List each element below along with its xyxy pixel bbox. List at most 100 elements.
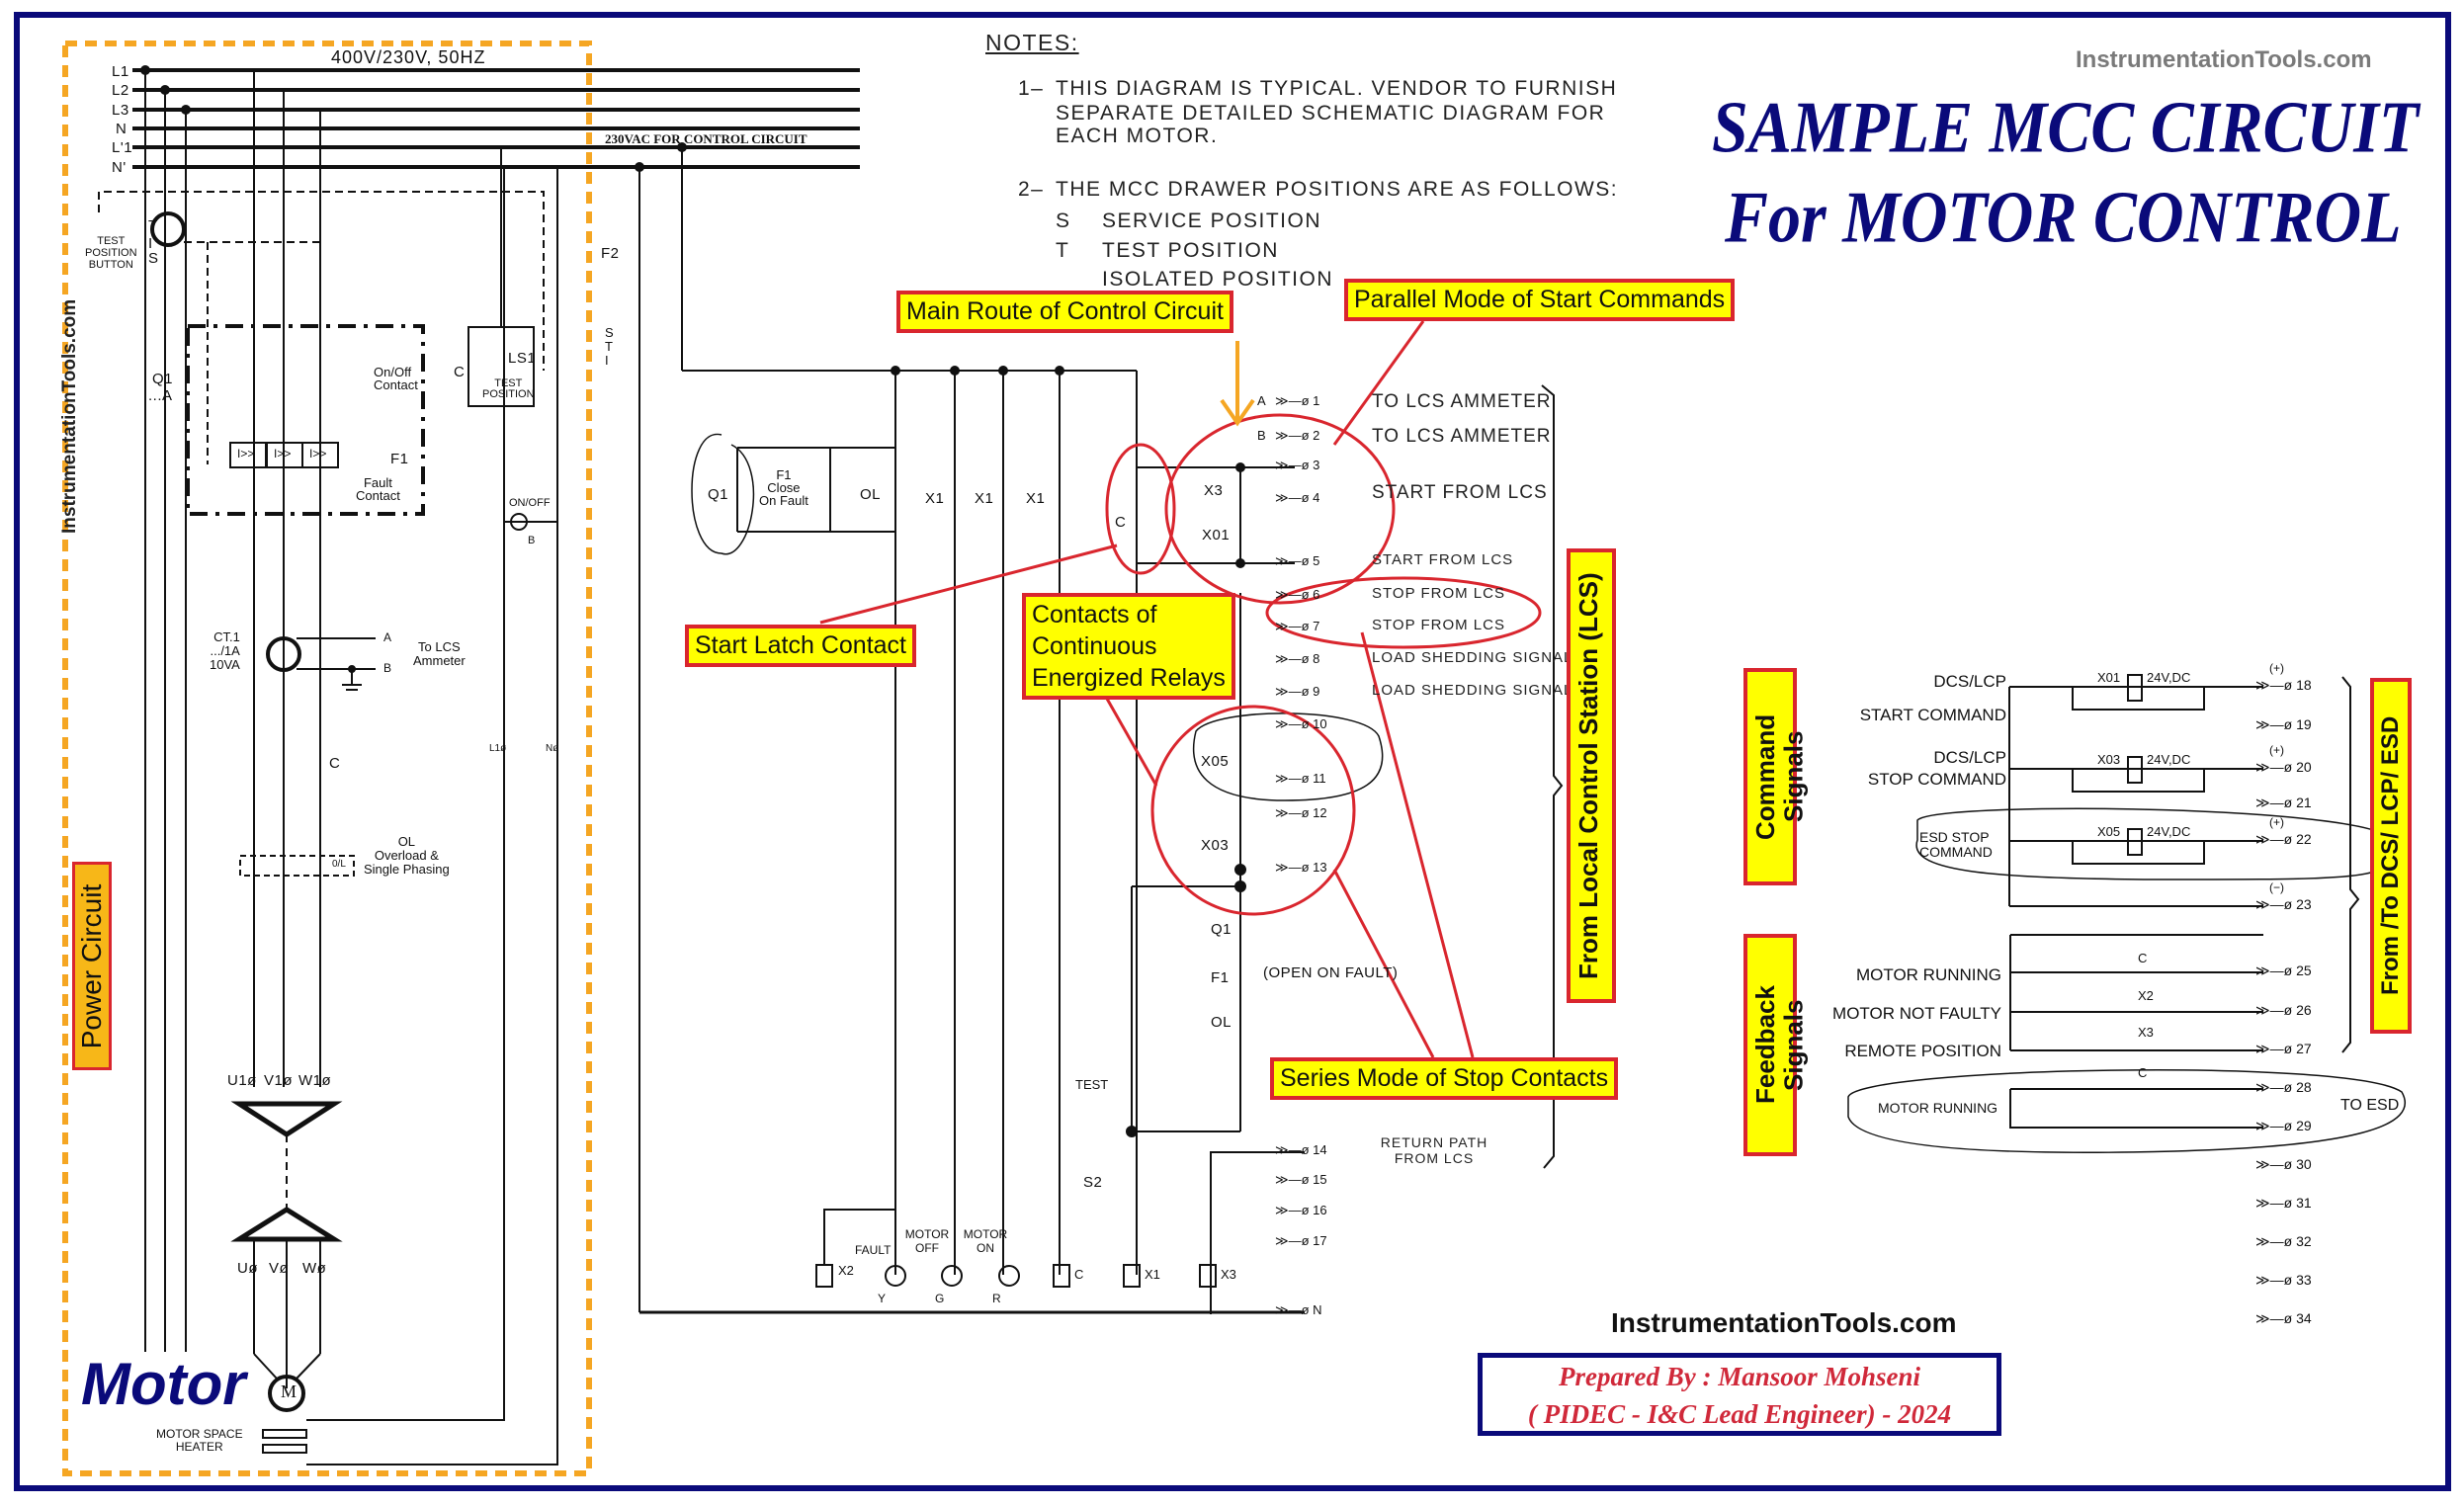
motor-symbol-label: M [281,1381,297,1401]
test-contact: TEST [1075,1077,1109,1092]
load-motor-on-label: MOTOR ON [963,1227,1008,1255]
dcs-terminal: ≫—ø 28 [2255,1079,2312,1095]
lcs-terminal-label: LOAD SHEDDING SIGNAL [1372,682,1573,699]
lcs-terminal: ≫—ø 6 [1275,587,1320,602]
load-x1: X1 [1145,1267,1160,1282]
onoff-contact-label: On/Off Contact [374,365,418,392]
supply-x03: 24V,DC [2147,752,2191,767]
dcs-terminal: ≫—ø 21 [2255,795,2312,810]
control-selector[interactable]: S T I [605,326,614,368]
load-motor-on-color: R [992,1292,1001,1305]
position-label-i: ISOLATED POSITION [1102,268,1333,291]
dcs-terminal-polarity: (+) [2269,815,2284,829]
dcs-terminal-number: 28 [2296,1079,2312,1095]
ls1-contact: C [454,364,466,380]
dcs-terminal-number: 18 [2296,677,2312,693]
lcs-terminal-number: 14 [1313,1142,1327,1157]
esd-contact-c: C [2138,1065,2148,1080]
lcs-terminal-number: 15 [1313,1172,1327,1187]
position-code-t: T [1056,239,1070,262]
load-motor-off-label: MOTOR OFF [904,1227,950,1255]
load-x3: X3 [1221,1267,1236,1282]
power-circuit-label: Power Circuit [72,862,112,1070]
dcs-terminal-number: 33 [2296,1272,2312,1288]
s2-stop-button[interactable]: S2 [1083,1174,1102,1191]
prepared-by-name: Prepared By : Mansoor Mohseni [1558,1362,1921,1391]
terminal-u1: U1ø [227,1072,257,1089]
callout-start-latch: Start Latch Contact [685,625,917,668]
lcs-terminal-number: 4 [1313,490,1320,505]
load-fault-label: FAULT [855,1243,892,1257]
lcs-terminal-prefix: B [1257,428,1266,443]
bus-l1: L1 [112,63,129,80]
fb-contact-x2: X2 [2138,988,2154,1003]
note-1-line-2: SEPARATE DETAILED SCHEMATIC DIAGRAM FOR [1056,102,1606,125]
supply-label: 400V/230V, 50HZ [331,47,486,67]
lcs-terminal: ≫—ø 1 [1275,393,1320,408]
lcs-terminal-label: START FROM LCS [1372,482,1548,503]
dcs-terminal-polarity: (+) [2269,743,2284,757]
main-route-arrow [1220,341,1255,427]
dcs-group-label: From /To DCS/ LCP/ ESD [2370,678,2412,1034]
dcs-terminal: ≫—ø 34 [2255,1310,2312,1326]
fault-tag: F1 [390,451,409,467]
load-fault-color: Y [878,1292,887,1305]
bus-l3: L3 [112,102,129,119]
dcs-terminal-polarity: (−) [2269,880,2284,894]
lcs-terminal-prefix: A [1257,393,1266,408]
cmd-esd-label: ESD STOP COMMAND [1919,829,1993,860]
fb-motor-not-faulty: MOTOR NOT FAULTY [1832,1004,2001,1023]
bus-l1-prime: L'1 [112,139,133,156]
dcs-terminal: ≫—ø 32 [2255,1233,2312,1249]
motor-title: Motor [81,1351,246,1417]
brand-top[interactable]: InstrumentationTools.com [2076,46,2372,74]
dcs-terminal-number: 26 [2296,1002,2312,1018]
note-1-line-1: THIS DIAGRAM IS TYPICAL. VENDOR TO FURNI… [1056,77,1618,100]
f1-close-on-fault: F1 Close On Fault [759,467,808,508]
to-esd-label: TO ESD [2340,1097,2400,1114]
prepared-by-box: Prepared By : Mansoor Mohseni ( PIDEC - … [1478,1353,2001,1436]
lcs-terminal: ≫—ø 2 [1275,428,1320,443]
lcs-terminal: ≫—ø 15 [1275,1172,1327,1187]
ct-label: CT.1 .../1A 10VA [210,629,240,672]
dcs-terminal-number: 29 [2296,1118,2312,1133]
lcs-terminal: ≫—ø 8 [1275,651,1320,666]
dcs-terminal: ≫—ø 31 [2255,1195,2312,1211]
ct-destination: To LCS Ammeter [413,639,466,668]
fb-motor-running: MOTOR RUNNING [1855,965,2001,984]
lcs-terminal-label: START FROM LCS [1372,551,1514,568]
lcs-terminal-label: LOAD SHEDDING SIGNAL [1372,649,1573,666]
dcs-terminal: ≫—ø 25 [2255,963,2312,978]
dcs-terminal-number: 25 [2296,963,2312,978]
lcs-terminal-label: STOP FROM LCS [1372,585,1505,602]
fb-remote-position: REMOTE POSITION [1844,1042,2001,1060]
lcs-terminal: ≫—ø 5 [1275,553,1320,568]
indicator-color: B [528,535,536,546]
lcs-terminal: ≫—ø 11 [1275,771,1326,786]
test-position-button-label[interactable]: TEST POSITION BUTTON [85,235,137,271]
title-line-1: SAMPLE MCC CIRCUIT [1712,87,2420,169]
note-1-num: 1– [1018,77,1045,100]
selector-s: S [148,250,159,267]
brand-bottom[interactable]: InstrumentationTools.com [1611,1307,1957,1339]
terminal-w: Wø [302,1260,327,1277]
overload-label: OL Overload & Single Phasing [364,834,450,877]
trip-unit-3: I>> [309,447,327,460]
load-coil-c: C [1074,1267,1084,1282]
dcs-terminal-number: 32 [2296,1233,2312,1249]
dcs-terminal: ≫—ø 29 [2255,1118,2312,1133]
title-line-2: For MOTOR CONTROL [1725,177,2402,259]
callout-parallel-start: Parallel Mode of Start Commands [1344,279,1736,322]
dcs-terminal: ≫—ø 33 [2255,1272,2312,1288]
dcs-terminal: ≫—ø 26 [2255,1002,2312,1018]
dcs-terminal-number: 27 [2296,1041,2312,1056]
esd-motor-running: MOTOR RUNNING [1878,1100,1998,1116]
lcs-terminal-number: 3 [1313,458,1320,472]
note-1-line-3: EACH MOTOR. [1056,125,1219,147]
fb-contact-c: C [2138,951,2148,965]
q1-contact: Q1 [708,486,729,503]
dcs-terminal: ≫—ø 20 [2255,759,2312,775]
cmd-stop-label: DCS/LCP STOP COMMAND [1867,748,2006,789]
fault-contact-label: Fault Contact [356,475,400,503]
lcs-terminal: ≫—ø 12 [1275,805,1327,820]
